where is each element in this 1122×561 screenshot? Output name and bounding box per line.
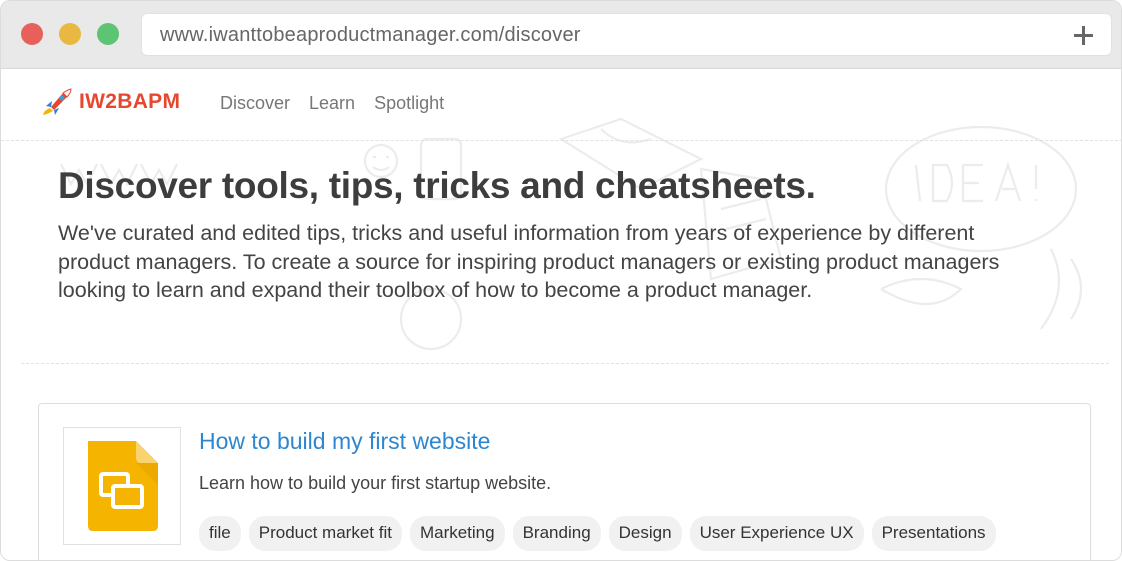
tag-presentations[interactable]: Presentations [871,516,996,551]
nav-link-discover[interactable]: Discover [220,93,290,114]
tag-branding[interactable]: Branding [512,516,601,551]
address-bar[interactable]: www.iwanttobeaproductmanager.com/discove… [141,13,1112,56]
plus-icon[interactable] [1073,25,1093,45]
site-logo[interactable]: IW2BAPM [41,87,180,117]
nav-link-learn[interactable]: Learn [309,93,355,114]
slides-document-icon [88,441,158,531]
nav-link-spotlight[interactable]: Spotlight [374,93,444,114]
hero-divider [21,363,1109,364]
browser-chrome: www.iwanttobeaproductmanager.com/discove… [1,1,1121,69]
top-navbar: IW2BAPM Discover Learn Spotlight [1,69,1121,141]
resource-thumbnail[interactable] [63,427,181,545]
tag-design[interactable]: Design [608,516,682,551]
tag-file[interactable]: file [199,516,241,551]
page-description: We've curated and edited tips, tricks an… [58,221,1000,302]
resource-card[interactable]: How to build my first website Learn how … [38,403,1091,560]
minimize-window-button[interactable] [59,23,81,45]
resource-title-link[interactable]: How to build my first website [199,428,490,455]
browser-window: www.iwanttobeaproductmanager.com/discove… [0,0,1122,561]
close-window-button[interactable] [21,23,43,45]
resource-tags: file Product market fit Marketing Brandi… [199,516,996,551]
page-title: Discover tools, tips, tricks and cheatsh… [58,165,816,206]
tag-product-market-fit[interactable]: Product market fit [248,516,402,551]
rocket-icon [43,88,72,115]
tag-marketing[interactable]: Marketing [409,516,505,551]
resource-description: Learn how to build your first startup we… [199,473,552,493]
logo-text[interactable]: IW2BAPM [79,90,180,114]
navbar-divider [1,140,1121,141]
maximize-window-button[interactable] [97,23,119,45]
url-text[interactable]: www.iwanttobeaproductmanager.com/discove… [160,24,581,47]
page-content: IW2BAPM Discover Learn Spotlight Discove… [1,69,1121,560]
nav-links: Discover Learn Spotlight [220,93,444,114]
tag-user-experience-ux[interactable]: User Experience UX [689,516,864,551]
